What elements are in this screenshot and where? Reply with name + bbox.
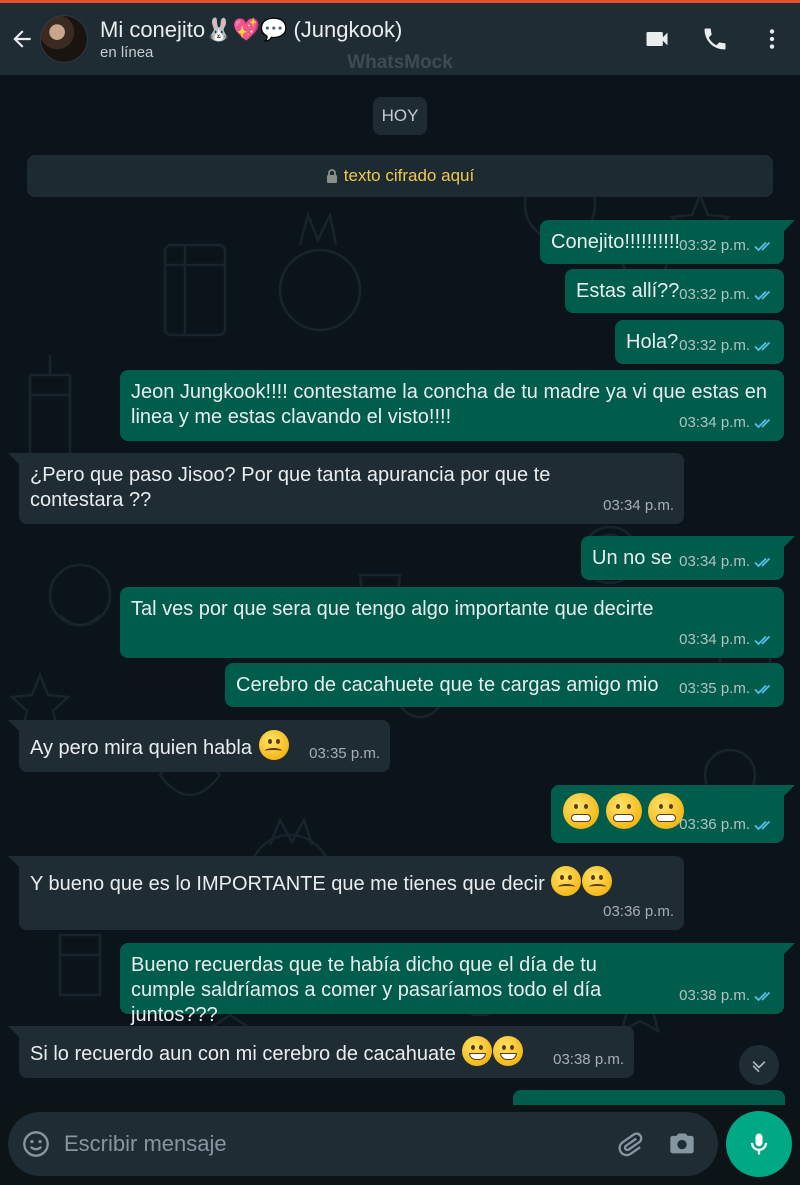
thinking-face-emoji bbox=[551, 866, 582, 896]
lock-icon bbox=[326, 169, 337, 183]
double-check-icon bbox=[754, 341, 771, 351]
message-bubble-outgoing[interactable]: Estas allí?? 03:32 p.m. bbox=[565, 269, 784, 313]
double-check-icon bbox=[754, 684, 771, 694]
back-arrow-icon bbox=[13, 30, 31, 48]
message-meta: 03:36 p.m. bbox=[603, 899, 674, 924]
message-text: Tal ves por que sera que tengo algo impo… bbox=[131, 598, 654, 620]
message-meta: 03:38 p.m. bbox=[679, 983, 774, 1008]
mic-icon bbox=[750, 1133, 768, 1155]
message-meta: 03:36 p.m. bbox=[679, 812, 774, 837]
message-text: Conejito!!!!!!!!!! bbox=[551, 231, 680, 253]
grimacing-face-emoji bbox=[605, 793, 642, 829]
message-text: Y bueno que es lo IMPORTANTE que me tien… bbox=[30, 873, 545, 895]
message-meta: 03:35 p.m. bbox=[679, 676, 774, 701]
message-bubble-outgoing[interactable]: Jeon Jungkook!!!! contestame la concha d… bbox=[120, 370, 784, 441]
camera-button[interactable] bbox=[656, 1112, 708, 1176]
double-check-icon bbox=[754, 820, 771, 830]
message-time: 03:35 p.m. bbox=[679, 680, 750, 697]
emoji-button[interactable] bbox=[8, 1112, 64, 1176]
message-meta: 03:32 p.m. bbox=[679, 233, 774, 258]
message-time: 03:38 p.m. bbox=[553, 1051, 624, 1068]
composer-bar bbox=[8, 1112, 718, 1176]
message-text: Jeon Jungkook!!!! contestame la concha d… bbox=[131, 381, 767, 428]
message-text: ¿Pero que paso Jisoo? Por que tanta apur… bbox=[30, 464, 551, 511]
message-bubble-outgoing[interactable]: Un no se 03:34 p.m. bbox=[581, 536, 795, 580]
message-meta: 03:34 p.m. bbox=[679, 549, 774, 574]
message-time: 03:32 p.m. bbox=[679, 286, 750, 303]
message-text: Si lo recuerdo aun con mi cerebro de cac… bbox=[30, 1043, 456, 1065]
beaming-face-emoji bbox=[462, 1036, 493, 1066]
message-bubble-incoming[interactable]: Y bueno que es lo IMPORTANTE que me tien… bbox=[8, 856, 684, 930]
persevering-face-emoji bbox=[258, 730, 289, 760]
double-check-icon bbox=[754, 241, 771, 251]
message-time: 03:36 p.m. bbox=[603, 903, 674, 920]
message-bubble-incoming[interactable]: Si lo recuerdo aun con mi cerebro de cac… bbox=[8, 1026, 634, 1078]
video-call-icon bbox=[646, 32, 668, 46]
message-meta: 03:34 p.m. bbox=[603, 493, 674, 518]
camera-icon bbox=[670, 1133, 694, 1154]
voice-message-button[interactable] bbox=[726, 1111, 792, 1177]
date-divider: HOY bbox=[373, 97, 427, 135]
message-meta: 03:34 p.m. bbox=[679, 627, 774, 652]
message-time: 03:38 p.m. bbox=[679, 987, 750, 1004]
message-bubble-incoming[interactable]: ¿Pero que paso Jisoo? Por que tanta apur… bbox=[8, 453, 684, 524]
encryption-notice[interactable]: texto cifrado aquí bbox=[27, 155, 773, 197]
message-text: Ay pero mira quien habla bbox=[30, 737, 252, 759]
message-bubble-incoming[interactable]: Ay pero mira quien habla 03:35 p.m. bbox=[8, 720, 390, 772]
watermark: WhatsMock bbox=[347, 52, 453, 73]
message-bubble-outgoing[interactable]: Conejito!!!!!!!!!! 03:32 p.m. bbox=[540, 220, 795, 264]
encryption-notice-text: texto cifrado aquí bbox=[343, 166, 475, 185]
message-bubble-outgoing[interactable]: Hola? 03:32 p.m. bbox=[615, 320, 784, 364]
message-bubble-outgoing[interactable]: Tal ves por que sera que tengo algo impo… bbox=[120, 587, 784, 658]
message-text: Estas allí?? bbox=[576, 280, 680, 302]
double-check-icon bbox=[754, 991, 771, 1001]
phone-icon bbox=[704, 28, 726, 50]
attach-icon bbox=[618, 1132, 643, 1157]
attach-button[interactable] bbox=[604, 1112, 656, 1176]
message-meta: 03:38 p.m. bbox=[553, 1047, 624, 1072]
scroll-to-bottom-button[interactable] bbox=[739, 1045, 779, 1085]
double-check-icon bbox=[754, 557, 771, 567]
message-meta: 03:34 p.m. bbox=[679, 410, 774, 435]
message-meta: 03:35 p.m. bbox=[309, 741, 380, 766]
double-check-icon bbox=[754, 635, 771, 645]
message-text: Hola? bbox=[626, 331, 679, 353]
message-time: 03:34 p.m. bbox=[679, 631, 750, 648]
double-check-icon bbox=[754, 290, 771, 300]
message-meta: 03:32 p.m. bbox=[679, 282, 774, 307]
chat-area[interactable]: HOY texto cifrado aquí Conejito!!!!!!!!!… bbox=[0, 75, 800, 1105]
thinking-face-emoji bbox=[582, 866, 613, 896]
message-bubble-outgoing[interactable]: Cerebro de cacahuete que te cargas amigo… bbox=[225, 663, 784, 707]
message-text: Un no se bbox=[592, 547, 673, 569]
grinning-sweat-face-emoji bbox=[493, 1036, 524, 1066]
chevron-down-icon bbox=[752, 1061, 766, 1073]
message-time: 03:34 p.m. bbox=[679, 553, 750, 570]
message-time: 03:32 p.m. bbox=[679, 337, 750, 354]
more-options-icon bbox=[769, 29, 775, 49]
contact-name: Mi conejito🐰💖💬 (Jungkook) bbox=[100, 17, 403, 42]
message-time: 03:35 p.m. bbox=[309, 745, 380, 762]
message-time: 03:34 p.m. bbox=[603, 497, 674, 514]
message-bubble-outgoing[interactable]: Bueno recuerdas que te había dicho que e… bbox=[120, 943, 795, 1026]
message-time: 03:32 p.m. bbox=[679, 237, 750, 254]
grimacing-face-emoji bbox=[563, 793, 599, 829]
message-bubble-outgoing-partial[interactable] bbox=[513, 1090, 785, 1105]
message-time: 03:34 p.m. bbox=[679, 414, 750, 431]
emoji-icon bbox=[23, 1131, 49, 1157]
double-check-icon bbox=[754, 418, 771, 428]
message-bubble-outgoing[interactable]: 03:36 p.m. bbox=[551, 785, 795, 843]
message-meta: 03:32 p.m. bbox=[679, 333, 774, 358]
message-time: 03:36 p.m. bbox=[679, 816, 750, 833]
message-text: Cerebro de cacahuete que te cargas amigo… bbox=[236, 674, 659, 696]
message-input[interactable] bbox=[64, 1112, 604, 1176]
